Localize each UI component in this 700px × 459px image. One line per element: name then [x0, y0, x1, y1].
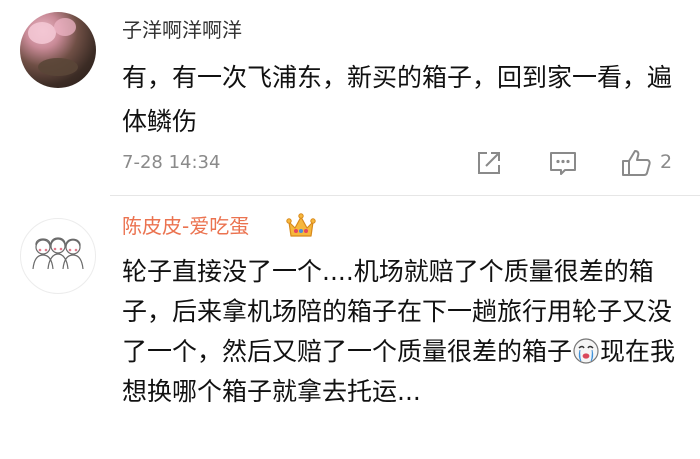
- comment-username[interactable]: 陈皮皮-爱吃蛋: [122, 214, 249, 238]
- comment-item: 子洋啊洋啊洋 有，有一次飞浦东，新买的箱子，回到家一看，遍体鳞伤 7-28 14…: [0, 0, 700, 196]
- like-button[interactable]: 2: [620, 148, 680, 178]
- avatar-photo-detail: [54, 18, 76, 36]
- like-count: 2: [660, 151, 673, 173]
- crying-face-emoji: [573, 338, 599, 364]
- forward-button[interactable]: [474, 148, 504, 178]
- forward-icon: [478, 152, 500, 174]
- comment-text: 有，有一次飞浦东，新买的箱子，回到家一看，遍体鳞伤: [122, 63, 673, 136]
- avatar[interactable]: [20, 12, 96, 88]
- thumbs-up-icon: [622, 150, 651, 176]
- avatar-photo-detail: [28, 22, 56, 44]
- avatar-drawing: [32, 237, 84, 270]
- comment-button[interactable]: [547, 148, 579, 178]
- comment-username[interactable]: 子洋啊洋啊洋: [122, 18, 242, 42]
- comment-timestamp: 7-28 14:34: [122, 152, 221, 173]
- comment-text: 轮子直接没了一个....机场就赔了个质量很差的箱子，后来拿机场陪的箱子在下一趟旅…: [122, 252, 682, 412]
- comment-item: 陈皮皮-爱吃蛋 轮子直接没了一个....机场就赔了个质量很差的箱子，后来拿机场陪…: [0, 196, 700, 459]
- avatar[interactable]: [20, 218, 96, 294]
- crown-icon: [286, 213, 316, 237]
- comment-list: 子洋啊洋啊洋 有，有一次飞浦东，新买的箱子，回到家一看，遍体鳞伤 7-28 14…: [0, 0, 700, 459]
- avatar-photo-detail: [38, 58, 78, 76]
- comment-icon: [550, 152, 576, 175]
